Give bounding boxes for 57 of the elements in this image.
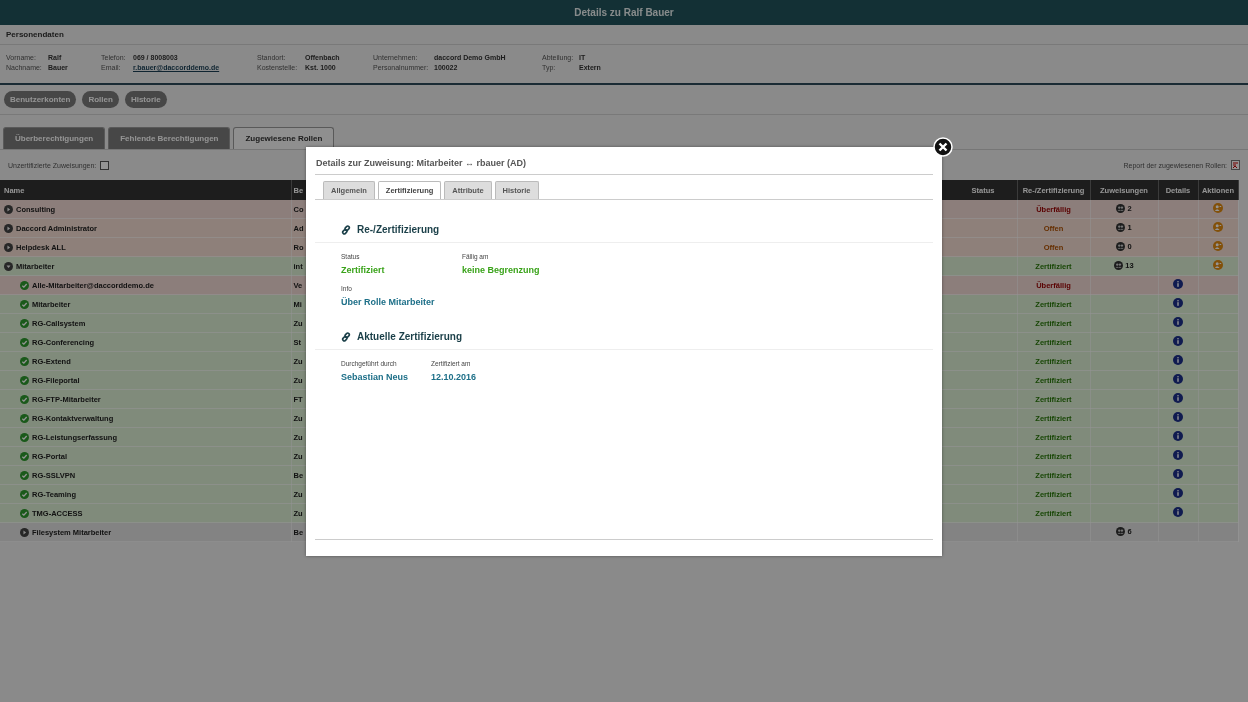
check-icon — [20, 299, 29, 309]
info-icon[interactable] — [1173, 374, 1183, 384]
check-icon — [20, 318, 29, 328]
section-title: Aktuelle Zertifizierung — [357, 331, 462, 342]
tab[interactable]: Zugewiesene Rollen — [233, 127, 335, 149]
info-icon[interactable] — [1173, 317, 1183, 327]
check-icon — [20, 489, 29, 499]
window-title: Details zu Ralf Bauer — [574, 7, 674, 18]
info-icon[interactable] — [1173, 393, 1183, 403]
field-value: Über Rolle Mitarbeiter — [341, 297, 436, 307]
field-value: Zertifiziert — [341, 265, 386, 275]
check-icon — [20, 280, 29, 290]
section-title: Re-/Zertifizierung — [357, 224, 440, 235]
close-icon[interactable] — [933, 137, 953, 157]
info-icon[interactable] — [1173, 279, 1183, 289]
check-icon — [20, 470, 29, 480]
section-title: Personendaten — [6, 30, 64, 39]
collapse-icon[interactable] — [4, 261, 13, 271]
expand-icon[interactable] — [4, 204, 13, 214]
checkbox[interactable] — [100, 160, 110, 170]
info-icon[interactable] — [1173, 298, 1183, 308]
link-icon — [341, 224, 351, 235]
check-icon — [20, 451, 29, 461]
users-icon[interactable] — [1116, 203, 1126, 213]
check-icon — [20, 375, 29, 385]
users-icon[interactable] — [1116, 526, 1126, 536]
check-icon — [20, 337, 29, 347]
users-icon[interactable] — [1114, 260, 1124, 270]
expand-icon[interactable] — [20, 527, 29, 537]
check-icon — [20, 394, 29, 404]
info-icon[interactable] — [1173, 412, 1183, 422]
info-icon[interactable] — [1173, 336, 1183, 346]
info-icon[interactable] — [1173, 469, 1183, 479]
users-icon[interactable] — [1116, 222, 1126, 232]
info-icon[interactable] — [1173, 355, 1183, 365]
dialog-title: Details zur Zuweisung: Mitarbeiter ↔ rbauer (AD) — [316, 158, 527, 168]
tab[interactable]: Fehlende Berechtigungen — [108, 127, 231, 149]
users-icon[interactable] — [1116, 241, 1126, 251]
field-value: Sebastian Neus — [341, 372, 410, 382]
info-icon[interactable] — [1173, 431, 1183, 441]
check-icon — [20, 432, 29, 442]
check-icon — [20, 508, 29, 518]
field-value: 12.10.2016 — [431, 372, 478, 382]
nav-button[interactable]: Historie — [124, 91, 167, 108]
check-icon — [20, 356, 29, 366]
pdf-icon[interactable] — [1231, 160, 1240, 170]
link-icon — [341, 331, 351, 342]
expand-icon[interactable] — [4, 223, 13, 233]
check-icon — [20, 413, 29, 423]
info-icon[interactable] — [1173, 488, 1183, 498]
field-value: keine Begrenzung — [462, 265, 541, 275]
nav-button[interactable]: Rollen — [82, 91, 119, 108]
tab[interactable]: Überberechtigungen — [3, 127, 106, 149]
info-icon[interactable] — [1173, 450, 1183, 460]
info-icon[interactable] — [1173, 507, 1183, 517]
nav-button[interactable]: Benutzerkonten — [4, 91, 77, 108]
expand-icon[interactable] — [4, 242, 13, 252]
